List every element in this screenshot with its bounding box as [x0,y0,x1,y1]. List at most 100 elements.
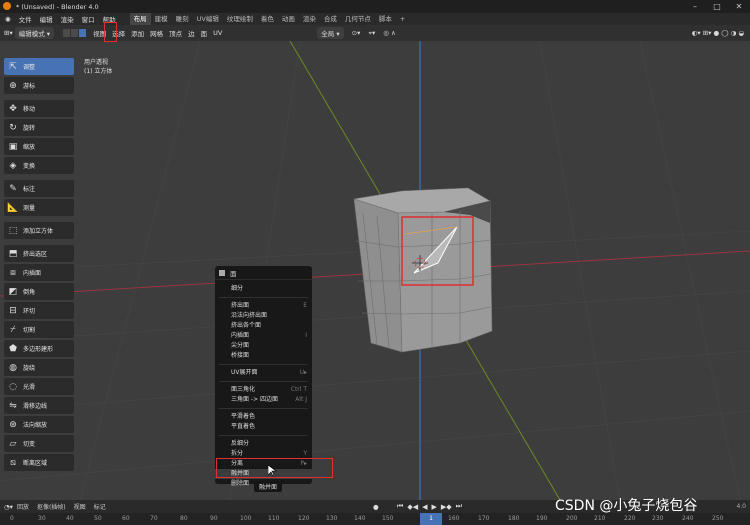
blender-menu-icon[interactable]: ◉ [5,15,11,23]
menu-item-bridge-faces[interactable]: 桥接面 [215,351,312,361]
tool-tweak[interactable]: ⇱ 调整 [4,58,74,75]
jump-keyframe-back-icon[interactable]: ◆◀ [407,503,418,511]
header-menu-uv[interactable]: UV [210,29,225,37]
header-menu-edge[interactable]: 边 [185,28,198,38]
proportional-edit-icon[interactable]: ◎ ∧ [383,29,396,37]
transform-orientation-dropdown[interactable]: 全局 ▾ [317,27,344,39]
menu-window[interactable]: 窗口 [78,14,99,24]
snap-icon[interactable]: ⌖▾ [368,29,375,38]
tool-annotate[interactable]: ✎ 标注 [4,180,74,197]
menu-item-extrude-along-normals[interactable]: 沿法向挤出面 [215,311,312,321]
tool-shrink-fatten[interactable]: ⊛ 法向缩放 [4,416,74,433]
menu-render[interactable]: 渲染 [57,14,78,24]
tab-geometry-nodes[interactable]: 几何节点 [341,13,375,25]
tab-compositing[interactable]: 合成 [320,13,341,25]
timeline-menu-playback[interactable]: 回放 [13,502,33,511]
tab-rendering[interactable]: 渲染 [299,13,320,25]
pivot-icon[interactable]: ⊙▾ [352,29,361,37]
close-icon[interactable]: ✕ [728,0,750,13]
header-menu-vertex[interactable]: 顶点 [166,28,185,38]
header-menu-mesh[interactable]: 网格 [147,28,166,38]
header-menu-face[interactable]: 面 [198,28,211,38]
ruler-tick: 170 [478,515,490,522]
ruler-tick: 210 [594,515,606,522]
tool-knife[interactable]: ⌿ 切割 [4,321,74,338]
menu-item-tris-to-quads[interactable]: 三角面 -> 四边面 Alt J [215,395,312,405]
tool-extrude-region[interactable]: ⬒ 挤出选区 [4,245,74,262]
tab-texture-paint[interactable]: 纹理绘制 [223,13,257,25]
menu-item-dissolve-faces[interactable]: 融并面 [215,469,312,479]
tab-layout[interactable]: 布局 [129,13,151,25]
vertex-select-icon[interactable] [63,29,71,37]
tab-scripting[interactable]: 脚本 [375,13,396,25]
viewport-3d[interactable] [0,41,750,500]
timeline-menu-keying[interactable]: 抠像(插帧) [33,502,70,511]
tool-rip-region[interactable]: ⧅ 断离区域 [4,454,74,471]
jump-start-icon[interactable]: ⏮ [397,502,403,511]
editor-type-icon[interactable]: ⊞▾ [4,29,13,37]
face-mode-icon [219,269,225,276]
minimize-icon[interactable]: – [684,0,706,13]
tool-cursor[interactable]: ⊕ 游标 [4,77,74,94]
record-icon[interactable]: ● [373,503,379,511]
jump-end-icon[interactable]: ⏭ [456,502,462,511]
menu-item-shade-flat[interactable]: 平直着色 [215,422,312,432]
edge-select-icon[interactable] [71,29,79,37]
tool-bevel[interactable]: ◩ 倒角 [4,283,74,300]
tab-modeling[interactable]: 建模 [151,13,172,25]
window-title: * (Unsaved) - Blender 4.0 [16,2,99,11]
jump-keyframe-forward-icon[interactable]: ▶◆ [441,503,452,511]
tab-shading[interactable]: 着色 [257,13,278,25]
menu-item-poke-faces[interactable]: 尖分面 [215,341,312,351]
viewport-shading-icons[interactable]: ◐▾ ⊞▾ ● ◯ ◑ ◒ [692,29,744,37]
tool-smooth[interactable]: ◌ 光滑 [4,378,74,395]
menu-item-inset-faces[interactable]: 内插面 I [215,331,312,341]
tab-sculpting[interactable]: 雕刻 [172,13,193,25]
tool-rotate[interactable]: ↻ 旋转 [4,119,74,136]
timeline-editor-icon[interactable]: ◔▾ [4,503,13,511]
knife-icon: ⌿ [10,324,16,335]
menu-edit[interactable]: 编辑 [36,14,57,24]
annotate-icon: ✎ [9,183,17,194]
tool-transform[interactable]: ◈ 变换 [4,157,74,174]
rip-region-icon: ⧅ [10,457,16,468]
tool-inset-faces[interactable]: ⧈ 内插面 [4,264,74,281]
current-frame-indicator[interactable]: 1 [420,513,442,525]
poly-build-icon: ⬟ [9,343,17,354]
tool-edge-slide[interactable]: ⇋ 滑移边线 [4,397,74,414]
tab-animation[interactable]: 动画 [278,13,299,25]
menu-item-triangulate[interactable]: 面三角化 Ctrl T [215,385,312,395]
header-menu-view[interactable]: 视图 [90,28,109,38]
tool-move[interactable]: ✥ 移动 [4,100,74,117]
header-menu-add[interactable]: 添加 [128,28,147,38]
menu-file[interactable]: 文件 [15,14,36,24]
tab-uv-editing[interactable]: UV编辑 [193,13,223,25]
menu-item-extrude-faces[interactable]: 挤出面 E [215,301,312,311]
mode-dropdown[interactable]: 编辑模式 ▾ [14,27,55,39]
play-icon[interactable]: ▶ [431,503,436,511]
tool-measure[interactable]: 📐 测量 [4,199,74,216]
tool-poly-build[interactable]: ⬟ 多边形建形 [4,340,74,357]
menu-item-separate[interactable]: 分离 P▸ [215,459,312,469]
tool-spin[interactable]: ◍ 旋绕 [4,359,74,376]
play-reverse-icon[interactable]: ◀ [422,503,427,511]
tool-shear[interactable]: ▱ 切变 [4,435,74,452]
menu-item-uv-unwrap[interactable]: UV展开面 U▸ [215,368,312,378]
maximize-icon[interactable]: □ [706,0,728,13]
menu-item-split[interactable]: 拆分 Y [215,449,312,459]
timeline-menu-marker[interactable]: 标记 [90,502,110,511]
add-workspace-button[interactable]: + [396,13,409,25]
tool-scale[interactable]: ▣ 缩放 [4,138,74,155]
menu-help[interactable]: 帮助 [99,14,120,24]
menu-item-shade-smooth[interactable]: 平滑着色 [215,412,312,422]
cursor-icon: ⊕ [9,80,17,91]
header-menu-select[interactable]: 选择 [109,28,128,38]
timeline-menu-view[interactable]: 视图 [70,502,90,511]
menu-item-extrude-individual[interactable]: 挤出各个面 [215,321,312,331]
tool-add-cube[interactable]: ⬚ 添加立方体 [4,222,74,239]
tool-loop-cut[interactable]: ⊟ 环切 [4,302,74,319]
playback-controls: ⏮ ◆◀ ◀ ▶ ▶◆ ⏭ [395,500,464,513]
menu-item-un-subdivide[interactable]: 反细分 [215,439,312,449]
face-select-icon[interactable] [79,29,87,37]
menu-item-subdivide[interactable]: 细分 [215,284,312,294]
